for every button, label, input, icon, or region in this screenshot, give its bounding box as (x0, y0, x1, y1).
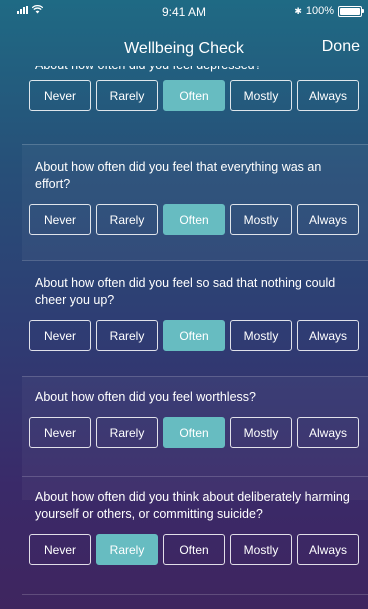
answer-options: Never Rarely Often Mostly Always (29, 204, 359, 235)
bluetooth-icon: ✱ (294, 5, 302, 16)
question-text: About how often did you feel depressed? (22, 66, 368, 74)
option-never[interactable]: Never (29, 534, 91, 565)
option-always[interactable]: Always (297, 320, 359, 351)
answer-options: Never Rarely Often Mostly Always (29, 417, 359, 448)
option-always[interactable]: Always (297, 80, 359, 111)
option-rarely[interactable]: Rarely (96, 534, 158, 565)
option-always[interactable]: Always (297, 534, 359, 565)
option-never[interactable]: Never (29, 320, 91, 351)
option-rarely[interactable]: Rarely (96, 204, 158, 235)
divider (22, 594, 368, 595)
question-text: About how often did you feel that everyt… (35, 160, 322, 191)
status-right: ✱ 100% (294, 5, 364, 17)
option-rarely[interactable]: Rarely (96, 320, 158, 351)
divider (22, 476, 368, 477)
option-mostly[interactable]: Mostly (230, 204, 292, 235)
question-text: About how often did you feel worthless? (35, 390, 256, 404)
question-card: About how often did you feel depressed? … (22, 66, 368, 127)
question-text: About how often did you think about deli… (35, 490, 350, 521)
battery-icon (338, 5, 364, 17)
option-always[interactable]: Always (297, 204, 359, 235)
divider (22, 376, 368, 377)
battery-percent: 100% (305, 5, 334, 17)
question-text: About how often did you feel so sad that… (35, 276, 336, 307)
option-rarely[interactable]: Rarely (96, 80, 158, 111)
divider (22, 144, 368, 145)
option-often[interactable]: Often (163, 320, 225, 351)
option-never[interactable]: Never (29, 80, 91, 111)
answer-options: Never Rarely Often Mostly Always (29, 80, 359, 111)
option-often[interactable]: Often (163, 417, 225, 448)
screen: 9:41 AM ✱ 100% Wellbeing Check Done Abou… (0, 0, 368, 609)
answer-options: Never Rarely Often Mostly Always (29, 534, 359, 565)
option-mostly[interactable]: Mostly (230, 417, 292, 448)
option-often[interactable]: Often (163, 80, 225, 111)
page-title: Wellbeing Check (124, 40, 244, 57)
option-never[interactable]: Never (29, 204, 91, 235)
status-bar: 9:41 AM ✱ 100% (0, 0, 368, 20)
option-often[interactable]: Often (163, 534, 225, 565)
question-card: About how often did you feel worthless? … (22, 389, 368, 489)
answer-options: Never Rarely Often Mostly Always (29, 320, 359, 351)
done-button[interactable]: Done (322, 38, 360, 56)
question-card: About how often did you think about deli… (22, 489, 368, 589)
nav-bar: Wellbeing Check Done (0, 20, 368, 66)
option-mostly[interactable]: Mostly (230, 320, 292, 351)
option-mostly[interactable]: Mostly (230, 534, 292, 565)
option-always[interactable]: Always (297, 417, 359, 448)
option-mostly[interactable]: Mostly (230, 80, 292, 111)
option-often[interactable]: Often (163, 204, 225, 235)
question-card: About how often did you feel that everyt… (22, 159, 368, 259)
option-rarely[interactable]: Rarely (96, 417, 158, 448)
questions-list[interactable]: About how often did you feel depressed? … (0, 66, 368, 609)
question-card: About how often did you feel so sad that… (22, 275, 368, 375)
divider (22, 260, 368, 261)
option-never[interactable]: Never (29, 417, 91, 448)
